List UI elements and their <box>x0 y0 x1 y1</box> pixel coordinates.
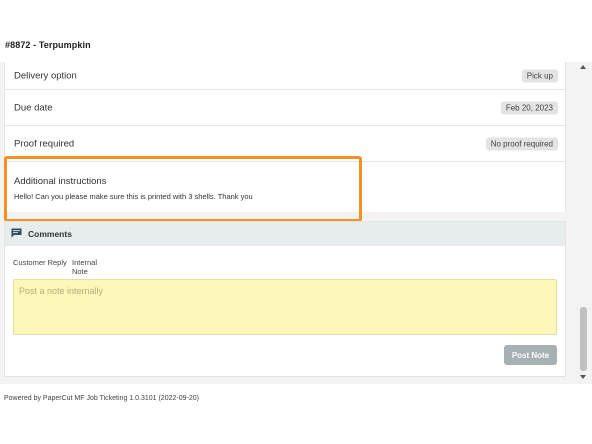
job-ticket-page: #8872 - Terpumpkin Delivery option Pick … <box>0 0 592 444</box>
internal-note-input[interactable] <box>13 279 557 335</box>
delivery-option-row: Delivery option Pick up <box>5 62 567 90</box>
page-title: #8872 - Terpumpkin <box>5 40 91 50</box>
scrollbar-thumb[interactable] <box>580 307 587 371</box>
vertical-scrollbar[interactable] <box>576 62 592 384</box>
delivery-option-badge: Pick up <box>521 69 558 82</box>
scroll-area[interactable]: Delivery option Pick up Due date Feb 20,… <box>0 62 592 384</box>
delivery-option-label: Delivery option <box>14 70 77 81</box>
due-date-row: Due date Feb 20, 2023 <box>5 90 567 126</box>
comments-card: Comments Customer Reply Internal Note Po… <box>4 221 566 377</box>
comments-header: Comments <box>5 222 565 246</box>
scroll-down-arrow-icon[interactable] <box>580 375 586 379</box>
due-date-badge: Feb 20, 2023 <box>500 101 558 114</box>
footer-text: Powered by PaperCut MF Job Ticketing 1.0… <box>4 395 199 402</box>
proof-required-label: Proof required <box>14 138 75 149</box>
tab-customer-reply[interactable]: Customer Reply <box>13 258 67 272</box>
instructions-highlight <box>4 156 362 222</box>
post-note-button[interactable]: Post Note <box>504 345 557 365</box>
comment-icon <box>11 228 22 238</box>
comments-title: Comments <box>28 229 72 239</box>
due-date-label: Due date <box>14 102 53 113</box>
scroll-up-arrow-icon[interactable] <box>580 65 586 69</box>
proof-required-badge: No proof required <box>485 137 558 150</box>
